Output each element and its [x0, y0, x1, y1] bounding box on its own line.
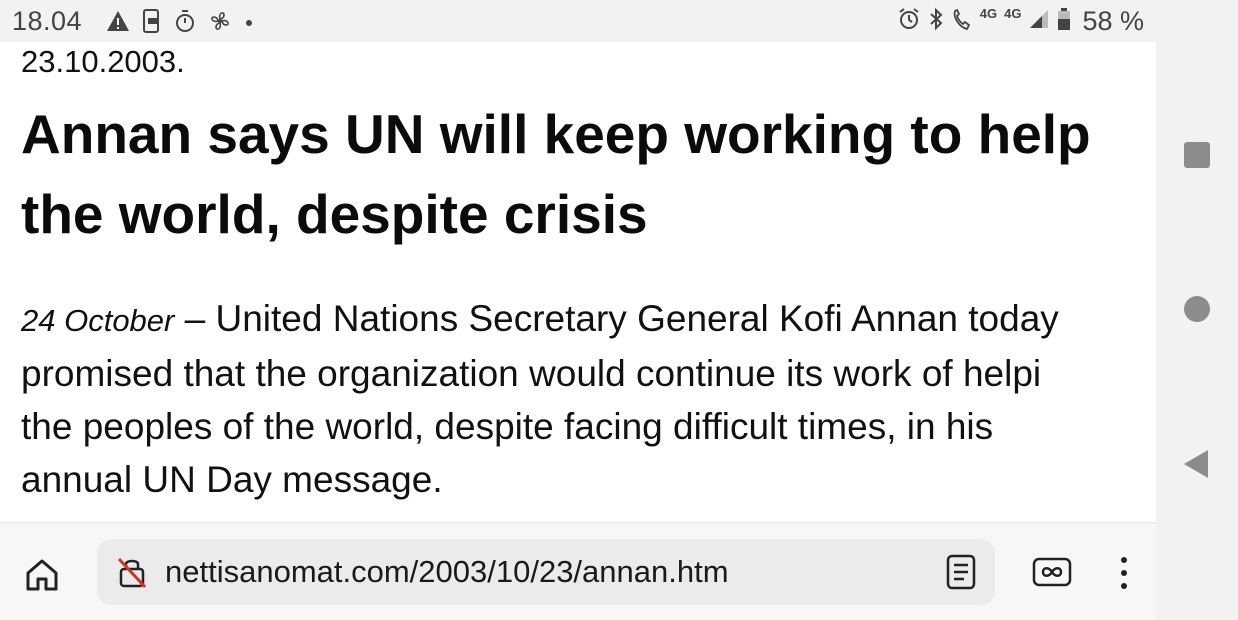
article-headline: Annan says UN will keep working to help … [21, 103, 1091, 245]
article-body-line-1: – United Nations Secretary General Kofi … [174, 298, 1059, 339]
address-bar[interactable]: nettisanomat.com/2003/10/23/annan.htm [97, 539, 995, 605]
article-dateline: 24 October [21, 303, 175, 338]
signal-icon [1028, 8, 1050, 35]
dot-icon [244, 15, 254, 33]
article-body: 24 October – United Nations Secretary Ge… [21, 292, 1156, 506]
system-navigation-bar [1156, 0, 1238, 619]
battery-icon [1057, 7, 1071, 36]
status-bar: 18.04 4G 4G 58 % [0, 0, 1156, 42]
status-time: 18.04 [12, 6, 83, 36]
reader-mode-button[interactable] [944, 553, 978, 591]
tabs-button[interactable] [1032, 557, 1072, 587]
bluetooth-icon [928, 7, 944, 36]
warning-icon [106, 10, 130, 37]
insecure-lock-icon[interactable] [115, 555, 149, 589]
status-notification-icons [106, 9, 254, 38]
network-type-small: 4G [979, 6, 998, 21]
alarm-icon [897, 7, 921, 36]
article-date: 23.10.2003. [21, 44, 185, 79]
home-nav-button[interactable] [1184, 296, 1210, 322]
url-text[interactable]: nettisanomat.com/2003/10/23/annan.htm [165, 554, 729, 590]
recents-button[interactable] [1184, 142, 1210, 168]
home-icon [26, 559, 58, 591]
web-page-content: 23.10.2003. Annan says UN will keep work… [0, 42, 1156, 522]
screenshot-icon [142, 9, 162, 38]
article-body-line-4: annual UN Day message. [21, 459, 443, 500]
reader-mode-icon [946, 554, 976, 590]
timer-icon [174, 9, 196, 38]
battery-percent: 58 % [1082, 6, 1144, 36]
volte-icon [951, 7, 973, 36]
tabs-icon [1032, 557, 1072, 587]
network-type-large: 4G [1004, 6, 1022, 21]
fan-icon [208, 9, 232, 38]
back-icon [1184, 450, 1208, 478]
home-button[interactable] [22, 555, 62, 595]
back-button[interactable] [1182, 448, 1210, 480]
status-system-icons: 4G 4G 58 % [897, 6, 1144, 37]
browser-toolbar: nettisanomat.com/2003/10/23/annan.htm [0, 522, 1156, 620]
more-vert-icon [1121, 557, 1127, 589]
article-body-line-3: the peoples of the world, despite facing… [21, 406, 994, 447]
article-body-line-2: promised that the organization would con… [21, 353, 1042, 394]
more-menu-button[interactable] [1114, 553, 1134, 593]
